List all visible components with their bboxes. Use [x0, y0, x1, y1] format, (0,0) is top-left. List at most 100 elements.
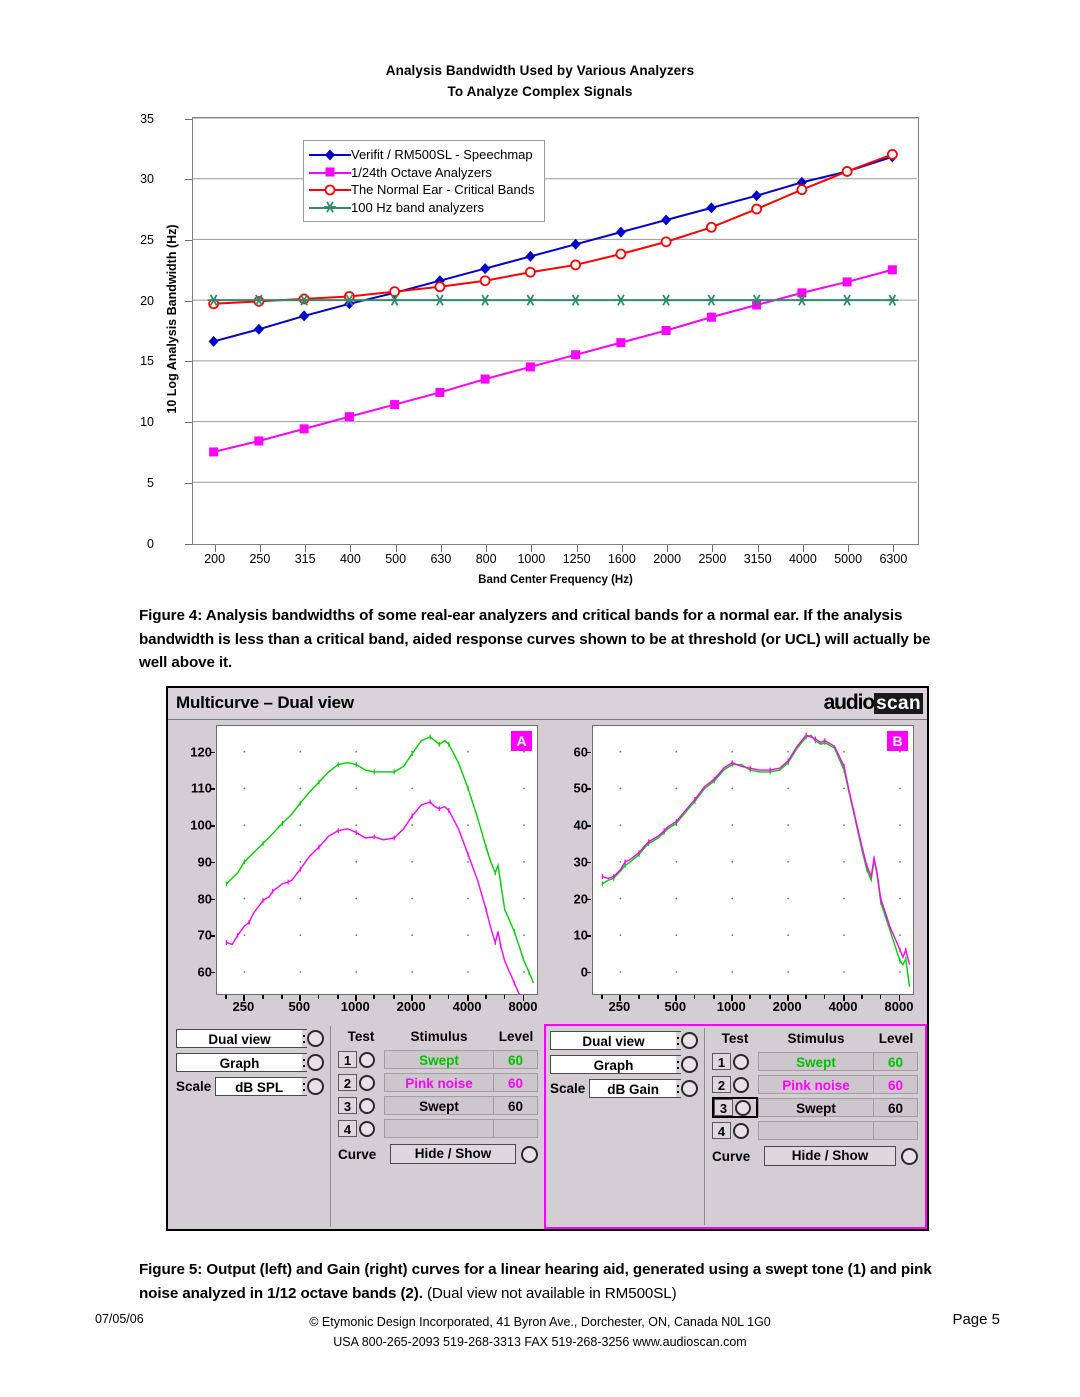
test-select-button[interactable]: 3: [338, 1095, 384, 1116]
test-row[interactable]: 3 Swept 60: [712, 1097, 918, 1118]
test-select-button[interactable]: 4: [712, 1120, 758, 1141]
fig4-title: Analysis Bandwidth Used by Various Analy…: [0, 60, 1080, 102]
stimulus-cell: [758, 1121, 874, 1140]
chart-y-tick-label: 20: [140, 293, 154, 308]
display-select-b[interactable]: Graph: [550, 1054, 698, 1074]
scale-select-a-value: dB SPL: [215, 1076, 302, 1096]
graph-x-tick: [243, 995, 245, 1001]
graph-y-tick-label: 110: [191, 780, 212, 796]
graph-x-tick-label: 1000: [340, 999, 370, 1014]
display-select-a[interactable]: Graph: [176, 1052, 324, 1072]
pane-a-badge: A: [511, 731, 532, 751]
scale-select-a[interactable]: Scale dB SPL: [176, 1076, 324, 1096]
test-rows-b: 1 Swept 60 2 Pink noise 60 3 Swept 60 4: [712, 1051, 918, 1141]
graph-x-tick-label: 2000: [396, 999, 426, 1014]
chart-y-tick-label: 5: [147, 475, 154, 490]
graph-x-tick: [823, 995, 826, 999]
level-cell: 60: [874, 1098, 918, 1117]
pane-b-badge: B: [887, 731, 908, 751]
test-row[interactable]: 1 Swept 60: [712, 1051, 918, 1072]
stimulus-cell: Swept: [384, 1096, 494, 1115]
test-knob-icon[interactable]: [359, 1074, 375, 1091]
chart-x-tick: [576, 545, 578, 552]
test-select-button[interactable]: 1: [338, 1049, 384, 1070]
footer-line2: USA 800-265-2093 519-268-3313 FAX 519-26…: [333, 1335, 747, 1349]
chart-x-tick-label: 500: [385, 552, 407, 566]
test-table-b: Test Stimulus Level 1 Swept 60 2 Pink noise 6…: [712, 1029, 918, 1167]
scale-select-a-dots: [302, 1076, 307, 1096]
view-select-a[interactable]: Dual view: [176, 1028, 324, 1048]
graph-y-tick-label: 40: [573, 817, 588, 833]
chart-y-tick-label: 15: [140, 354, 154, 369]
test-row[interactable]: 2 Pink noise 60: [712, 1074, 918, 1095]
display-select-a-knob[interactable]: [307, 1053, 324, 1071]
chart-x-tick-label: 315: [294, 552, 316, 566]
graph-x-tick: [713, 995, 715, 999]
chart-y-tick-label: 25: [140, 232, 154, 247]
graph-y-tick: [210, 935, 215, 937]
chart-x-tick-label: 250: [249, 552, 271, 566]
test-select-button[interactable]: 2: [338, 1072, 384, 1093]
test-knob-icon[interactable]: [733, 1122, 749, 1139]
test-row[interactable]: 1 Swept 60: [338, 1049, 538, 1070]
chart-x-tick-label: 800: [475, 552, 497, 566]
test-knob-icon[interactable]: [359, 1120, 375, 1137]
display-select-b-knob[interactable]: [681, 1055, 698, 1073]
graph-x-tick-label: 250: [608, 999, 631, 1014]
graph-x-tick-label: 8000: [508, 999, 538, 1014]
audioscan-logo: audio scan: [824, 691, 923, 716]
legend-label: The Normal Ear - Critical Bands: [351, 182, 535, 197]
test-knob-icon[interactable]: [733, 1053, 749, 1070]
scale-select-b[interactable]: Scale dB Gain: [550, 1078, 698, 1098]
graph-x-tick: [373, 995, 375, 999]
scale-select-b-knob[interactable]: [681, 1079, 698, 1097]
test-knob-icon[interactable]: [733, 1076, 749, 1093]
display-select-b-value: Graph: [550, 1054, 676, 1074]
view-select-a-value: Dual view: [176, 1028, 302, 1048]
graph-y-tick: [586, 971, 591, 974]
test-row[interactable]: 2 Pink noise 60: [338, 1072, 538, 1093]
control-panel-a: Dual view Graph Scale dB SPL Test Stimul…: [170, 1024, 544, 1229]
hide-show-button-b[interactable]: Hide / Show: [764, 1146, 896, 1166]
graph-x-tick-label: 500: [288, 999, 311, 1014]
test-select-button[interactable]: 4: [338, 1118, 384, 1139]
view-select-b-knob[interactable]: [681, 1031, 698, 1049]
col-header-stimulus-a: Stimulus: [410, 1029, 468, 1044]
test-select-button[interactable]: 2: [712, 1074, 758, 1095]
graph-x-tick-label: 250: [232, 999, 255, 1014]
graph-x-tick: [638, 995, 640, 999]
graph-x-tick: [657, 995, 659, 999]
footer-address: © Etymonic Design Incorporated, 41 Byron…: [0, 1312, 1080, 1352]
test-number: 2: [338, 1074, 357, 1091]
scale-select-b-value: dB Gain: [589, 1078, 676, 1098]
stimulus-cell: Pink noise: [758, 1075, 874, 1094]
test-select-button[interactable]: 1: [712, 1051, 758, 1072]
graph-x-tick: [522, 995, 525, 1001]
test-knob-icon[interactable]: [359, 1097, 375, 1114]
test-knob-icon[interactable]: [735, 1099, 751, 1116]
graph-x-tick: [675, 995, 677, 1001]
graph-x-tick-label: 4000: [828, 999, 858, 1014]
analysis-bandwidth-chart: 10 Log Analysis Bandwidth (Hz) 0 5 10 15 20 2…: [140, 112, 940, 586]
chart-x-tick: [395, 545, 397, 552]
col-header-test-a: Test: [347, 1029, 375, 1044]
test-select-button[interactable]: 3: [712, 1097, 758, 1118]
figure-4-caption: Figure 4: Analysis bandwidths of some re…: [139, 607, 931, 671]
legend-label: 100 Hz band analyzers: [351, 199, 484, 215]
test-row[interactable]: 4: [712, 1120, 918, 1141]
test-row[interactable]: 4: [338, 1118, 538, 1139]
hide-show-knob-b[interactable]: [901, 1147, 918, 1165]
scale-select-a-knob[interactable]: [307, 1077, 324, 1095]
chart-y-tick: [185, 118, 192, 120]
graph-y-tick: [586, 788, 591, 790]
hide-show-knob-a[interactable]: [521, 1145, 538, 1163]
view-select-b[interactable]: Dual view: [550, 1030, 698, 1050]
graph-x-tick: [731, 995, 733, 1001]
test-row[interactable]: 3 Swept 60: [338, 1095, 538, 1116]
test-number: 1: [712, 1053, 731, 1070]
test-knob-icon[interactable]: [359, 1051, 375, 1068]
view-select-a-knob[interactable]: [307, 1029, 324, 1047]
hide-show-button-a[interactable]: Hide / Show: [390, 1144, 516, 1164]
scale-label-a: Scale: [176, 1078, 212, 1094]
chart-x-tick-label: 1250: [562, 552, 591, 566]
